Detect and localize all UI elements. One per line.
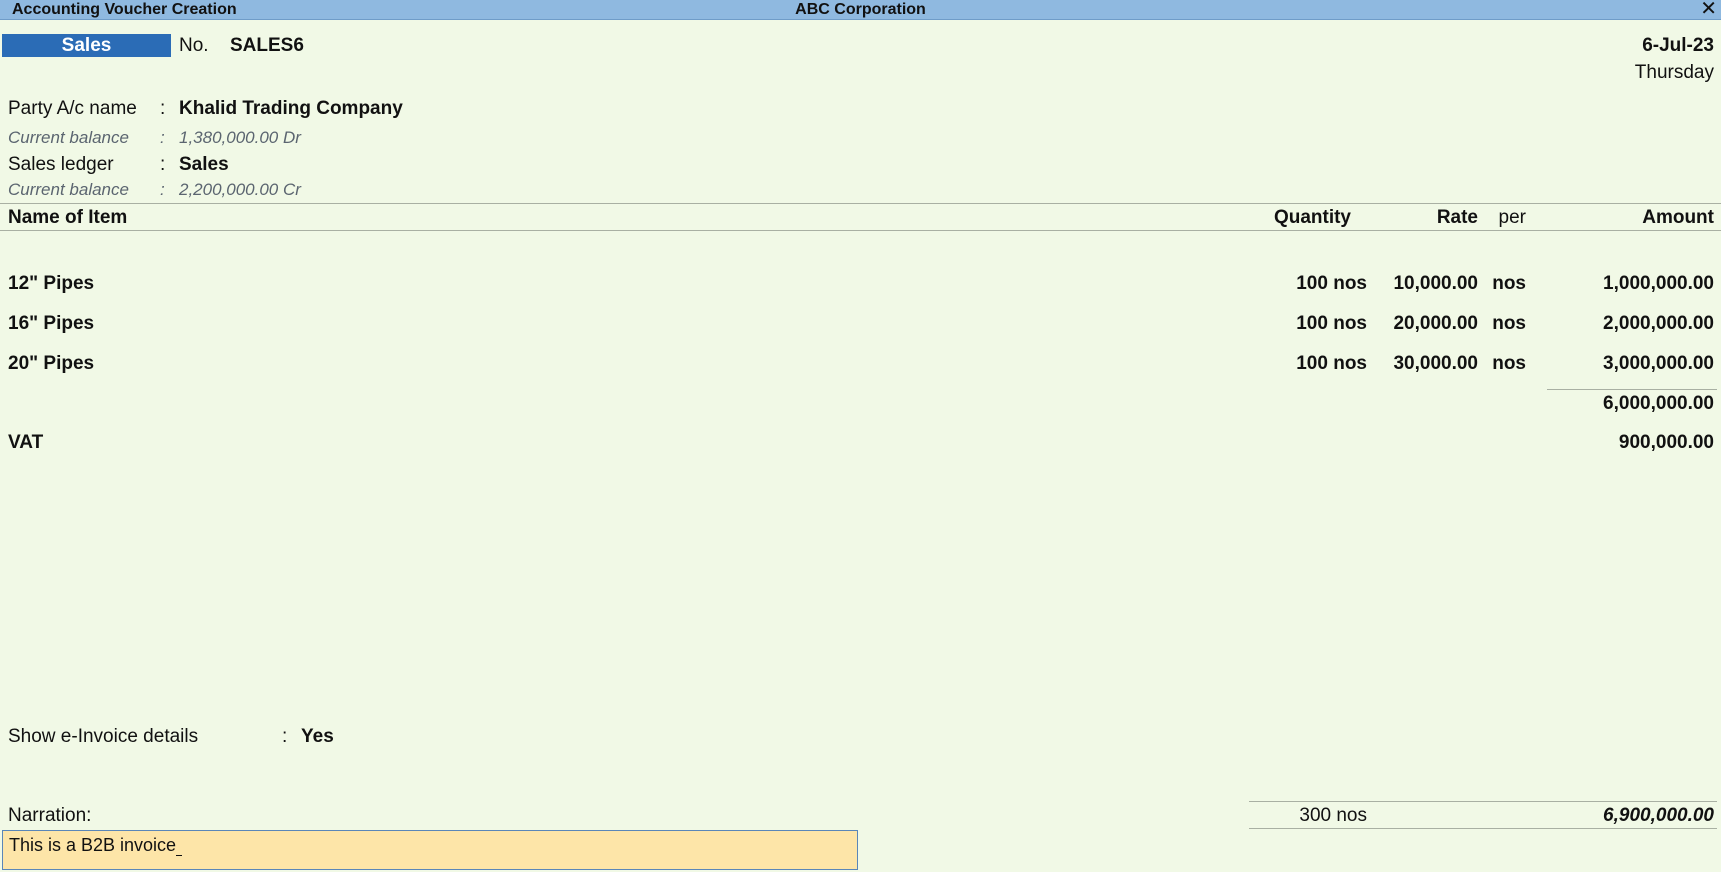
einvoice-separator: :: [282, 726, 288, 747]
item-amount[interactable]: 3,000,000.00: [1603, 353, 1714, 375]
item-rate[interactable]: 10,000.00: [1393, 273, 1478, 295]
item-quantity[interactable]: 100 nos: [1296, 273, 1367, 295]
column-name-of-item: Name of Item: [8, 207, 128, 228]
ledger-balance-label: Current balance: [8, 180, 129, 199]
einvoice-label: Show e-Invoice details: [8, 726, 199, 747]
item-per[interactable]: nos: [1492, 353, 1526, 375]
totals-top-divider: [1249, 801, 1717, 802]
party-name-field[interactable]: Khalid Trading Company: [179, 98, 403, 120]
vat-amount[interactable]: 900,000.00: [1619, 432, 1714, 454]
header-bottom-divider: [0, 230, 1721, 231]
sales-ledger-label: Sales ledger: [8, 154, 114, 175]
vat-ledger-name[interactable]: VAT: [8, 432, 43, 454]
item-name[interactable]: 16" Pipes: [8, 313, 94, 335]
item-per[interactable]: nos: [1492, 273, 1526, 295]
voucher-date[interactable]: 6-Jul-23: [1642, 35, 1714, 57]
ledger-balance-value: 2,200,000.00 Cr: [179, 180, 301, 199]
column-amount: Amount: [1642, 207, 1714, 228]
narration-label: Narration:: [8, 805, 92, 826]
text-cursor: [176, 839, 183, 856]
title-bar: ABC Corporation Accounting Voucher Creat…: [0, 0, 1721, 20]
item-rate[interactable]: 20,000.00: [1393, 313, 1478, 335]
item-quantity[interactable]: 100 nos: [1296, 353, 1367, 375]
voucher-number[interactable]: SALES6: [230, 35, 304, 57]
subtotal-divider: [1547, 389, 1717, 390]
voucher-no-label: No.: [179, 35, 209, 56]
column-rate: Rate: [1436, 207, 1478, 228]
totals-bottom-divider: [1249, 828, 1717, 829]
sales-ledger-separator: :: [160, 154, 166, 175]
ledger-balance-separator: :: [160, 180, 165, 199]
total-amount: 6,900,000.00: [1603, 805, 1714, 826]
voucher-day: Thursday: [1634, 62, 1714, 83]
window-title: Accounting Voucher Creation: [12, 1, 237, 18]
einvoice-toggle[interactable]: Yes: [301, 726, 334, 748]
voucher-type[interactable]: Sales: [2, 34, 171, 57]
item-quantity[interactable]: 100 nos: [1296, 313, 1367, 335]
company-name: ABC Corporation: [795, 1, 926, 18]
party-label: Party A/c name: [8, 98, 137, 119]
total-quantity: 300 nos: [1299, 805, 1367, 826]
party-balance-label: Current balance: [8, 128, 129, 147]
party-balance-value: 1,380,000.00 Dr: [179, 128, 301, 147]
item-amount[interactable]: 1,000,000.00: [1603, 273, 1714, 295]
party-separator: :: [160, 98, 166, 119]
item-per[interactable]: nos: [1492, 313, 1526, 335]
column-per: per: [1498, 207, 1526, 228]
narration-input[interactable]: This is a B2B invoice: [2, 830, 858, 870]
item-amount[interactable]: 2,000,000.00: [1603, 313, 1714, 335]
sales-ledger-field[interactable]: Sales: [179, 154, 229, 176]
close-icon[interactable]: ✕: [1700, 0, 1717, 19]
header-top-divider: [0, 203, 1721, 204]
subtotal-amount: 6,000,000.00: [1603, 393, 1714, 414]
item-rate[interactable]: 30,000.00: [1393, 353, 1478, 375]
item-name[interactable]: 12" Pipes: [8, 273, 94, 295]
narration-text: This is a B2B invoice: [9, 835, 177, 855]
party-balance-separator: :: [160, 128, 165, 147]
item-name[interactable]: 20" Pipes: [8, 353, 94, 375]
column-quantity: Quantity: [1273, 207, 1351, 228]
